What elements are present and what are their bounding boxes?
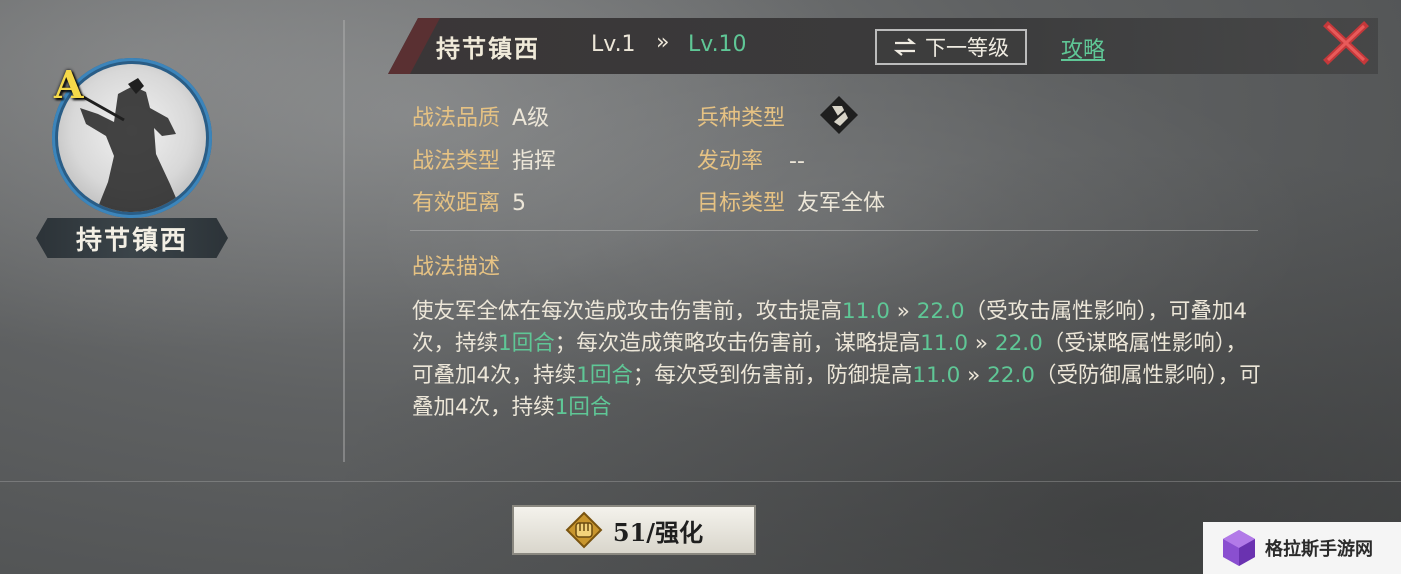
desc-arrow: » [960, 363, 988, 388]
desc-text: 使友军全体在每次造成攻击伤害前，攻击提高 [412, 299, 843, 324]
attr-rate-key: 发动率 [697, 149, 764, 174]
desc-value: 22.0 [994, 331, 1043, 356]
desc-value: 11.0 [920, 331, 969, 356]
attr-range: 有效距离 5 [412, 185, 526, 217]
vertical-divider [343, 20, 345, 462]
attr-quality-key: 战法品质 [412, 106, 501, 131]
skill-name-plate: 持节镇西 [36, 218, 228, 258]
grade-badge: A [54, 62, 84, 107]
attr-troop: 兵种类型 [697, 100, 785, 132]
next-level-label: 下一等级 [925, 36, 1009, 60]
attr-type: 战法类型 指挥 [412, 143, 556, 175]
desc-value: 22.0 [916, 299, 965, 324]
attr-quality-value: A级 [512, 106, 550, 131]
attr-rate-value: -- [789, 149, 805, 174]
desc-text: ；每次受到伤害前，防御提高 [632, 363, 913, 388]
skill-title: 持节镇西 [436, 34, 540, 63]
desc-value: 11.0 [912, 363, 961, 388]
section-divider [410, 230, 1258, 231]
portrait-skill-name: 持节镇西 [75, 225, 188, 256]
fist-icon [565, 511, 603, 549]
desc-value: 11.0 [842, 299, 890, 324]
desc-value: 1回合 [498, 331, 555, 356]
attr-type-key: 战法类型 [412, 149, 501, 174]
desc-arrow: » [889, 299, 917, 324]
skill-description: 使友军全体在每次造成攻击伤害前，攻击提高11.0 » 22.0（受攻击属性影响）… [412, 296, 1262, 424]
site-logo-icon [1223, 530, 1255, 566]
desc-value: 1回合 [554, 395, 612, 420]
attr-rate: 发动率 -- [697, 143, 805, 175]
level-arrow: » [656, 30, 670, 55]
close-icon[interactable] [1322, 20, 1370, 66]
next-level-button[interactable]: 下一等级 [875, 29, 1027, 65]
attr-type-value: 指挥 [512, 149, 557, 174]
attr-target-key: 目标类型 [697, 191, 786, 216]
upgrade-button[interactable]: 51/强化 [512, 505, 756, 555]
desc-value: 22.0 [987, 363, 1035, 388]
watermark-text: 格拉斯手游网 [1265, 539, 1373, 560]
background-mist [0, 0, 1401, 574]
desc-value: 1回合 [576, 363, 633, 388]
attr-troop-key: 兵种类型 [697, 106, 786, 131]
upgrade-label: 51/强化 [612, 517, 704, 547]
attr-target-value: 友军全体 [797, 191, 886, 216]
desc-text: ；每次造成策略攻击伤害前，谋略提高 [554, 331, 921, 356]
watermark: 格拉斯手游网 [1203, 522, 1401, 574]
attr-range-value: 5 [512, 191, 527, 216]
desc-arrow: » [968, 331, 995, 356]
troop-type-icon [820, 96, 858, 134]
horizontal-divider [0, 481, 1401, 482]
description-title: 战法描述 [412, 255, 501, 280]
swap-arrows-icon [893, 38, 917, 56]
level-current: Lv.1 [591, 32, 636, 57]
level-max: Lv.10 [688, 32, 747, 57]
guide-link[interactable]: 攻略 [1061, 32, 1105, 64]
attr-quality: 战法品质 A级 [412, 100, 549, 132]
attr-range-key: 有效距离 [412, 191, 501, 216]
attr-target: 目标类型 友军全体 [697, 185, 885, 217]
